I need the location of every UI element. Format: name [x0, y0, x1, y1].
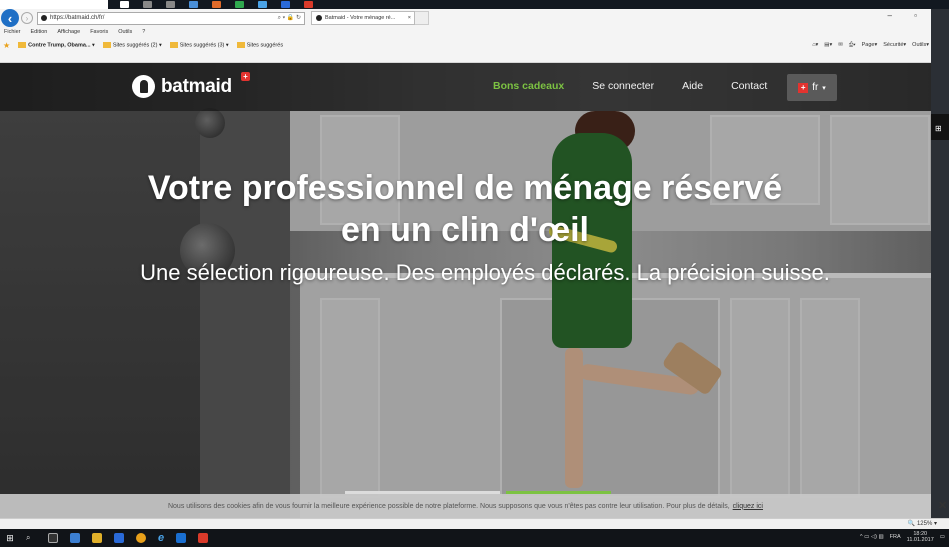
screen: ‹ › https://batmaid.ch/fr/ ⌕ ▾ 🔒 ↻ Batma… — [0, 0, 949, 547]
outlook-icon[interactable] — [176, 533, 187, 543]
site-favicon-icon — [41, 15, 47, 21]
windows-taskbar: ⊞ ⌕ e ^ ▭ ◁) ▥ FRA 18:20 11.01.2017 ▭ — [0, 529, 949, 547]
search-icon — [143, 1, 152, 8]
navigation-row: ‹ › https://batmaid.ch/fr/ ⌕ ▾ 🔒 ↻ Batma… — [0, 9, 931, 27]
favorite-item-2[interactable]: Sites suggérés (2) ▾ — [102, 41, 162, 48]
website-viewport: batmaid + Bons cadeaux Se connecter Aide… — [0, 63, 931, 518]
chrome-icon — [235, 1, 244, 8]
notifications-icon[interactable]: ▭ — [940, 534, 945, 540]
hero-title: Votre professionnel de ménage réservé en… — [147, 169, 783, 249]
hero-overlay — [0, 63, 931, 518]
batmaid-logo[interactable]: batmaid + — [132, 72, 250, 98]
outlook-icon — [281, 1, 290, 8]
cookie-link[interactable]: cliquez ici — [733, 503, 763, 510]
browser-chrome: ‹ › https://batmaid.ch/fr/ ⌕ ▾ 🔒 ↻ Batma… — [0, 9, 931, 63]
feeds-icon[interactable]: ▤▾ — [824, 42, 832, 48]
app-icon — [212, 1, 221, 8]
folder-icon — [236, 41, 245, 48]
chrome-icon[interactable] — [136, 533, 146, 543]
favorites-star-icon[interactable]: ★ — [3, 41, 10, 50]
taskbar-app-icon[interactable] — [114, 533, 124, 543]
secondary-taskbar — [108, 0, 949, 9]
swiss-flag-icon: + — [798, 82, 809, 93]
taskbar-app-icon[interactable] — [70, 533, 80, 543]
browser-tab[interactable]: Batmaid - Votre ménage ré... × — [311, 11, 415, 25]
system-tray: ^ ▭ ◁) ▥ FRA 18:20 11.01.2017 ▭ — [860, 531, 945, 543]
new-tab-button[interactable] — [415, 11, 429, 25]
background-window-edge: ⊞ — [931, 9, 949, 529]
tray-icons[interactable]: ^ ▭ ◁) ▥ — [860, 534, 884, 540]
tab-favicon-icon — [316, 15, 322, 21]
browser-status-bar: 🔍 125% ▾ — [0, 518, 949, 529]
favorite-item-4[interactable]: Sites suggérés — [236, 41, 283, 48]
zoom-level[interactable]: 🔍 125% ▾ — [908, 520, 937, 527]
file-explorer-icon[interactable] — [92, 533, 102, 543]
nav-gift-cards[interactable]: Bons cadeaux — [493, 80, 564, 92]
pdf-icon — [304, 1, 313, 8]
chevron-down-icon: ▾ — [822, 84, 826, 92]
menu-item-tools[interactable]: Outils — [118, 29, 132, 35]
cookie-close-icon[interactable]: ✕ — [938, 499, 949, 512]
hero-subtitle: Une sélection rigoureuse. Des employés d… — [140, 260, 830, 285]
folder-icon — [169, 41, 178, 48]
cookie-text: Nous utilisons des cookies afin de vous … — [167, 502, 730, 510]
menu-item-edit[interactable]: Edition — [31, 29, 48, 35]
search-lock-refresh-icons[interactable]: ⌕ ▾ 🔒 ↻ — [278, 14, 301, 22]
clock-date: 11.01.2017 — [906, 537, 934, 543]
folder-icon — [102, 41, 111, 48]
address-bar[interactable]: https://batmaid.ch/fr/ ⌕ ▾ 🔒 ↻ — [37, 11, 305, 25]
folder-icon — [18, 41, 27, 48]
command-bar: ⌂▾ ▤▾ ✉ ⎙▾ Page▾ Sécurité▾ Outils▾ — [812, 38, 929, 52]
acrobat-icon[interactable] — [198, 533, 209, 543]
start-icon — [120, 1, 129, 8]
language-label: fr — [812, 82, 819, 93]
clock[interactable]: 18:20 11.01.2017 — [907, 531, 934, 543]
cookie-banner: Nous utilisons des cookies afin de vous … — [0, 494, 931, 518]
task-view-icon[interactable] — [48, 533, 58, 543]
windows-logo-icon: ⊞ — [935, 124, 942, 133]
address-text: https://batmaid.ch/fr/ — [50, 15, 105, 21]
swiss-cross-icon: + — [241, 72, 250, 81]
explorer-icon — [189, 1, 198, 8]
ie-icon — [258, 1, 267, 8]
page-menu[interactable]: Page▾ — [862, 42, 878, 48]
nav-help[interactable]: Aide — [682, 80, 703, 92]
menu-item-file[interactable]: Fichier — [4, 29, 21, 35]
logo-text: batmaid — [161, 75, 232, 97]
favorite-item-1[interactable]: Contre Trump, Obama... ▾ — [18, 41, 95, 48]
home-icon[interactable]: ⌂▾ — [812, 42, 818, 48]
tab-title: Batmaid - Votre ménage ré... — [325, 15, 396, 21]
language-selector[interactable]: + fr ▾ — [787, 74, 837, 101]
nav-contact[interactable]: Contact — [731, 80, 767, 92]
security-menu[interactable]: Sécurité▾ — [883, 42, 906, 48]
search-icon[interactable]: ⌕ — [26, 533, 36, 543]
start-button-icon[interactable]: ⊞ — [0, 533, 20, 544]
window-controls[interactable]: ‒ ▫ — [887, 11, 927, 20]
menu-item-help[interactable]: ? — [142, 29, 145, 35]
internet-explorer-icon[interactable]: e — [158, 532, 164, 544]
tools-menu[interactable]: Outils▾ — [912, 42, 929, 48]
task-view-icon — [166, 1, 175, 8]
nav-login[interactable]: Se connecter — [592, 80, 654, 92]
print-icon[interactable]: ⎙▾ — [849, 42, 856, 49]
main-nav: Bons cadeaux Se connecter Aide Contact — [493, 80, 767, 92]
logo-maid-icon — [132, 75, 155, 98]
mail-icon[interactable]: ✉ — [838, 42, 843, 48]
close-tab-icon[interactable]: × — [408, 15, 411, 21]
favorites-bar: ★ Contre Trump, Obama... ▾ Sites suggéré… — [0, 38, 931, 52]
site-header: batmaid + Bons cadeaux Se connecter Aide… — [0, 63, 931, 111]
forward-arrow-icon[interactable]: › — [21, 12, 33, 24]
tray-language[interactable]: FRA — [890, 534, 901, 540]
back-arrow-icon[interactable]: ‹ — [1, 9, 19, 27]
menu-bar: Fichier Edition Affichage Favoris Outils… — [4, 29, 145, 35]
favorite-item-3[interactable]: Sites suggérés (3) ▾ — [169, 41, 229, 48]
menu-item-favorites[interactable]: Favoris — [90, 29, 108, 35]
menu-item-view[interactable]: Affichage — [57, 29, 80, 35]
